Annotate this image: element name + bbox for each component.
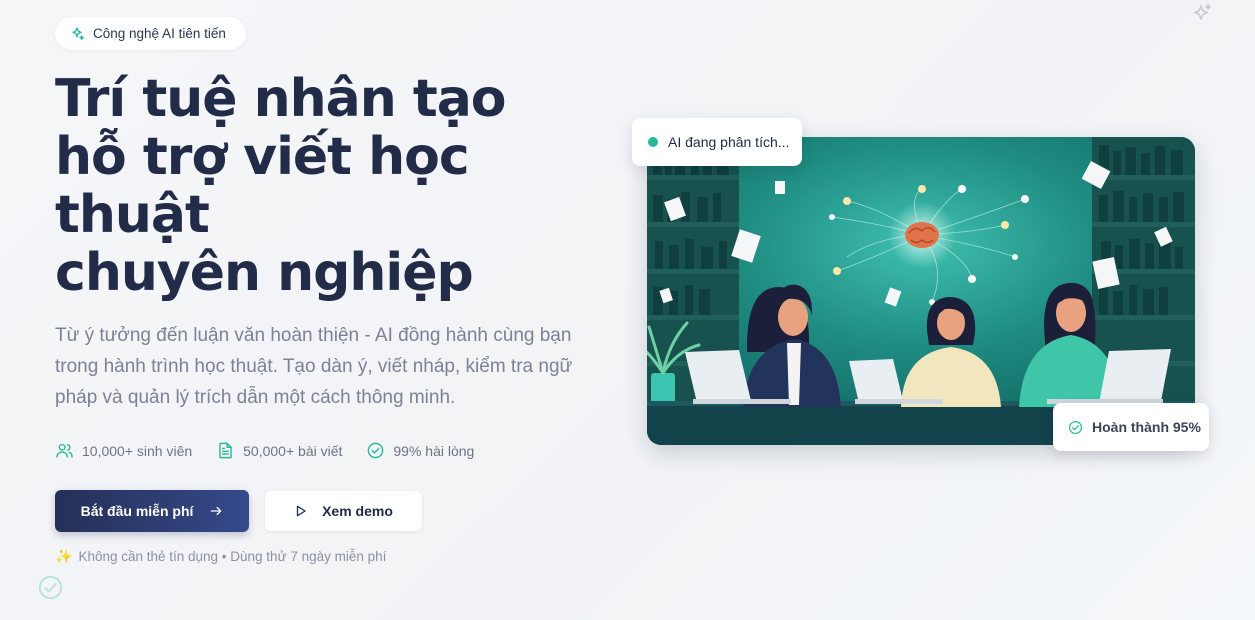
sparkles-icon	[72, 26, 84, 40]
hero-title-line: thuật	[55, 185, 210, 245]
progress-card: Hoàn thành 95%	[1053, 403, 1209, 451]
status-dot-icon	[648, 137, 658, 147]
start-free-button[interactable]: Bắt đầu miễn phí	[55, 490, 249, 532]
stat-label: 10,000+ sinh viên	[82, 442, 193, 459]
check-circle-decoration-icon	[38, 575, 63, 600]
arrow-right-icon	[211, 506, 222, 516]
ai-status-text: AI đang phân tích...	[668, 134, 790, 150]
check-circle-icon	[368, 442, 384, 459]
ai-collaboration-illustration	[647, 137, 1195, 445]
hero-subtitle: Từ ý tưởng đến luận văn hoàn thiện - AI …	[55, 325, 573, 408]
stat-papers: 50,000+ bài viết	[216, 441, 342, 460]
hero-illustration	[647, 137, 1195, 445]
check-circle-icon	[1068, 420, 1083, 434]
watch-demo-button-label: Xem demo	[322, 503, 393, 519]
hero-badge: Công nghệ AI tiên tiến	[55, 17, 246, 50]
users-icon	[56, 443, 73, 458]
trial-note: ✨ Không cần thẻ tín dụng • Dùng thử 7 ng…	[55, 548, 386, 565]
hero-title-line: Trí tuệ nhân tạo	[55, 69, 507, 129]
stat-label: 99% hài lòng	[393, 442, 475, 459]
hero-title-line: hỗ trợ viết học	[55, 127, 470, 187]
watch-demo-button[interactable]: Xem demo	[265, 491, 422, 531]
stat-students: 10,000+ sinh viên	[55, 441, 192, 460]
trial-note-text: Không cần thẻ tín dụng • Dùng thử 7 ngày…	[78, 549, 387, 564]
ai-status-card: AI đang phân tích...	[632, 118, 802, 166]
play-icon	[296, 505, 306, 517]
stat-satisfaction: 99% hài lòng	[366, 441, 474, 460]
stats-row: 10,000+ sinh viên 50,000+ bài viết 99% h…	[55, 441, 474, 460]
document-icon	[219, 442, 232, 459]
hero-title-line: chuyên nghiệp	[55, 243, 474, 303]
sparkles-emoji-icon: ✨	[55, 548, 73, 564]
stat-label: 50,000+ bài viết	[243, 442, 343, 459]
sparkle-decoration-icon	[1194, 4, 1211, 20]
badge-label: Công nghệ AI tiên tiến	[93, 26, 226, 41]
start-free-button-label: Bắt đầu miễn phí	[80, 503, 194, 519]
hero-title: Trí tuệ nhân tạo hỗ trợ viết học thuật c…	[55, 70, 615, 302]
progress-text: Hoàn thành 95%	[1092, 419, 1201, 435]
